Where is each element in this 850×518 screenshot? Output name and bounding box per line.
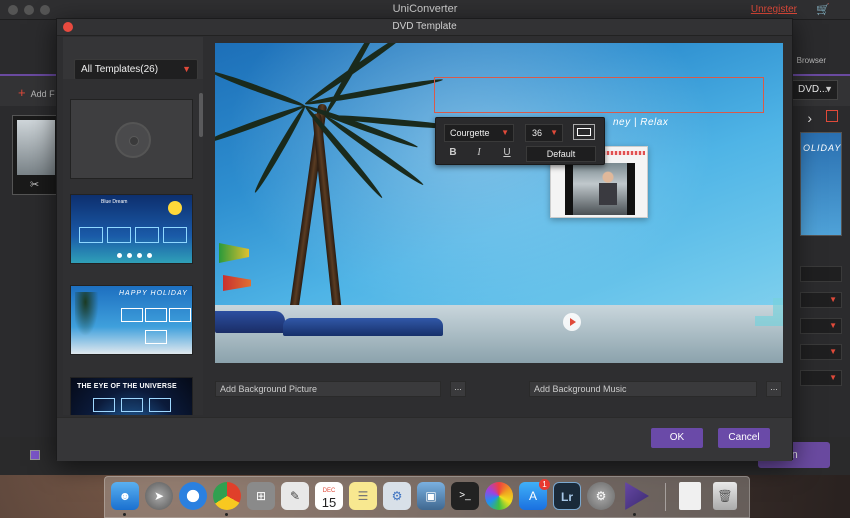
dvd-template-dialog: DVD Template All Templates(26) ▼ Blue Dre… — [56, 18, 793, 461]
chrome-icon[interactable] — [213, 482, 241, 510]
dialog-footer: OK Cancel — [57, 417, 792, 461]
boat — [215, 311, 285, 333]
chevron-down-icon: ▼ — [182, 64, 191, 74]
unregister-link[interactable]: Unregister — [751, 4, 797, 15]
template-blank[interactable] — [70, 99, 193, 179]
chevron-down-icon: ▼ — [501, 128, 509, 137]
template-preview[interactable]: ney | Relax Courgette ▼ 36 ▼ B I U Default — [215, 43, 783, 363]
template-blue-dream[interactable]: Blue Dream — [70, 194, 193, 264]
template-list: Blue Dream HAPPY HOLIDAY THE EYE OF THE … — [63, 79, 203, 415]
macos-dock: ☻ ➤ ⊞ ✎ DEC 15 ☰ ⚙ ▣ >_ A1 Lr ⚙ 🗑 — [104, 476, 750, 518]
dialog-title: DVD Template — [392, 21, 457, 32]
terminal-icon[interactable]: >_ — [451, 482, 479, 510]
ok-button[interactable]: OK — [651, 428, 703, 448]
chevron-down-icon: ▼ — [824, 84, 833, 94]
dvd-menu-preview: OLIDAY — [800, 132, 842, 236]
italic-button[interactable]: I — [472, 147, 486, 161]
template-happy-holiday[interactable]: HAPPY HOLIDAY — [70, 285, 193, 355]
textedit-icon[interactable]: ✎ — [281, 482, 309, 510]
disc-icon — [115, 122, 151, 158]
background-picture-field[interactable]: Add Background Picture — [215, 381, 441, 397]
chevron-down-icon: ▼ — [550, 128, 558, 137]
notes-icon[interactable]: ☰ — [349, 482, 377, 510]
calculator-icon[interactable]: ⊞ — [247, 482, 275, 510]
app-store-icon[interactable]: A1 — [519, 479, 550, 510]
font-family-select[interactable]: Courgette ▼ — [444, 124, 514, 142]
template-filter-select[interactable]: All Templates(26) ▼ — [74, 59, 198, 80]
default-style-button[interactable]: Default — [526, 146, 596, 162]
trash-icon[interactable]: 🗑 — [713, 482, 737, 510]
font-size-select[interactable]: 36 ▼ — [525, 124, 563, 142]
dock-separator — [665, 483, 666, 511]
settings-row[interactable]: ▼ — [800, 370, 842, 386]
dialog-titlebar: DVD Template — [57, 19, 792, 36]
progress-indicator — [30, 450, 40, 460]
finder-icon[interactable]: ☻ — [111, 482, 139, 510]
document-icon[interactable] — [679, 482, 701, 510]
settings-row[interactable]: ▼ — [800, 318, 842, 334]
lightroom-icon[interactable]: Lr — [553, 482, 581, 510]
cart-icon[interactable]: 🛒 — [816, 3, 830, 16]
menu-subtitle[interactable]: ney | Relax — [613, 117, 668, 128]
app-title: UniConverter — [392, 3, 458, 15]
safari-icon[interactable] — [179, 482, 207, 510]
browser-label[interactable]: Browser — [797, 56, 826, 65]
template-eye-of-universe[interactable]: THE EYE OF THE UNIVERSE — [70, 377, 193, 415]
settings-row[interactable]: ▼ — [800, 292, 842, 308]
template-scrollbar[interactable] — [199, 93, 203, 137]
cancel-button[interactable]: Cancel — [718, 428, 770, 448]
photos-icon[interactable] — [485, 482, 513, 510]
font-toolbar: Courgette ▼ 36 ▼ B I U Default — [435, 117, 605, 165]
calendar-icon[interactable]: DEC 15 — [315, 482, 343, 510]
play-icon[interactable] — [563, 313, 581, 331]
image-capture-icon[interactable]: ▣ — [417, 482, 445, 510]
background-music-field[interactable]: Add Background Music — [529, 381, 757, 397]
settings-row[interactable] — [800, 266, 842, 282]
browse-music-button[interactable]: ... — [766, 381, 782, 397]
decor-corner — [755, 298, 783, 326]
app-titlebar: UniConverter Unregister 🛒 — [0, 0, 850, 20]
bold-button[interactable]: B — [446, 147, 460, 161]
person-figure — [599, 171, 617, 205]
notification-badge: 1 — [539, 479, 550, 490]
edit-icon[interactable] — [826, 110, 838, 122]
boat — [283, 318, 443, 336]
browse-picture-button[interactable]: ... — [450, 381, 466, 397]
scissors-icon[interactable]: ✂ — [30, 178, 39, 191]
template-panel: All Templates(26) ▼ Blue Dream HAPPY HOLI… — [63, 37, 203, 415]
preview-icon[interactable]: ⚙ — [383, 482, 411, 510]
dvd-output-select[interactable]: DVD... ▼ — [792, 80, 838, 100]
add-files-button[interactable]: + Add F — [18, 85, 55, 100]
settings-row[interactable]: ▼ — [800, 344, 842, 360]
uniconverter-icon[interactable] — [625, 482, 649, 510]
font-color-picker[interactable] — [573, 124, 595, 140]
menu-title-textbox[interactable] — [434, 77, 764, 113]
system-preferences-icon[interactable]: ⚙ — [587, 482, 615, 510]
chevron-right-icon[interactable]: › — [807, 110, 812, 126]
launchpad-icon[interactable]: ➤ — [145, 482, 173, 510]
underline-button[interactable]: U — [500, 147, 514, 161]
